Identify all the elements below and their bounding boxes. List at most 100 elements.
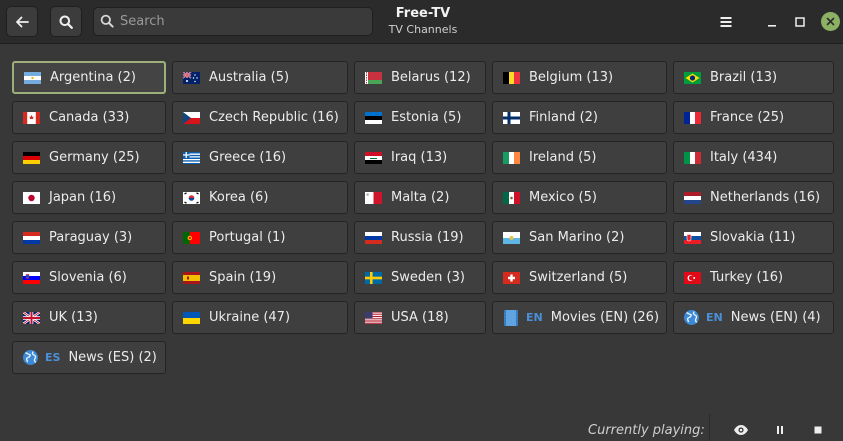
app-subtitle: TV Channels — [388, 23, 458, 36]
australia-flag-icon — [183, 71, 200, 84]
channel-item[interactable]: Estonia (5) — [354, 101, 486, 134]
france-flag-icon — [684, 111, 701, 124]
channel-label: Portugal (1) — [209, 230, 286, 245]
channel-item[interactable]: Switzerland (5) — [492, 261, 667, 294]
channel-item[interactable]: Greece (16) — [172, 141, 348, 174]
channel-label: News (ES) (2) — [68, 350, 157, 365]
search-input[interactable] — [120, 11, 365, 32]
eye-icon — [734, 425, 748, 435]
channel-item[interactable]: Belarus (12) — [354, 61, 486, 94]
channel-item[interactable]: ES News (ES) (2) — [12, 341, 166, 374]
channel-label: Turkey (16) — [710, 270, 784, 285]
window-title: Free-TV TV Channels — [372, 5, 474, 35]
search-toggle-button[interactable] — [50, 6, 82, 37]
channel-item[interactable]: Brazil (13) — [673, 61, 834, 94]
channel-item[interactable]: Czech Republic (16) — [172, 101, 348, 134]
maximize-button[interactable] — [790, 12, 810, 32]
back-button[interactable] — [6, 6, 38, 37]
germany-flag-icon — [23, 151, 40, 164]
channel-label: Slovakia (11) — [710, 230, 796, 245]
stop-button[interactable] — [810, 422, 826, 438]
minimize-button[interactable] — [762, 12, 782, 32]
switzerland-flag-icon — [503, 271, 520, 284]
san-marino-flag-icon — [503, 231, 520, 244]
channel-label: Argentina (2) — [50, 70, 136, 85]
channel-item[interactable]: Slovakia (11) — [673, 221, 834, 254]
search-box[interactable] — [93, 7, 373, 36]
channel-label: Germany (25) — [49, 150, 140, 165]
czech-flag-icon — [183, 111, 200, 124]
language-code: EN — [526, 311, 543, 324]
footer-divider — [709, 414, 710, 441]
channel-item[interactable]: Korea (6) — [172, 181, 348, 214]
channel-label: Movies (EN) (26) — [550, 310, 660, 325]
watch-button[interactable] — [733, 422, 749, 438]
channel-item[interactable]: Ukraine (47) — [172, 301, 348, 334]
channel-label: Netherlands (16) — [710, 190, 821, 205]
channel-item[interactable]: Ireland (5) — [492, 141, 667, 174]
channel-item[interactable]: Canada (33) — [12, 101, 166, 134]
channel-label: Belarus (12) — [391, 70, 471, 85]
japan-flag-icon — [23, 191, 40, 204]
channel-item[interactable]: France (25) — [673, 101, 834, 134]
stop-icon — [814, 426, 822, 434]
arrow-left-icon — [16, 16, 29, 27]
channel-label: News (EN) (4) — [730, 310, 821, 325]
channel-item[interactable]: Paraguay (3) — [12, 221, 166, 254]
channel-item[interactable]: EN News (EN) (4) — [673, 301, 834, 334]
channel-item[interactable]: San Marino (2) — [492, 221, 667, 254]
channel-label: USA (18) — [391, 310, 449, 325]
belarus-flag-icon — [365, 71, 382, 84]
language-code: EN — [706, 311, 723, 324]
spain-flag-icon — [183, 271, 200, 284]
usa-flag-icon — [365, 311, 382, 324]
turkey-flag-icon — [684, 271, 701, 284]
uk-flag-icon — [23, 311, 40, 324]
channel-item[interactable]: Malta (2) — [354, 181, 486, 214]
channel-label: Switzerland (5) — [529, 270, 628, 285]
channel-label: Italy (434) — [710, 150, 778, 165]
language-code: ES — [45, 351, 61, 364]
channel-item[interactable]: Germany (25) — [12, 141, 166, 174]
russia-flag-icon — [365, 231, 382, 244]
ukraine-flag-icon — [183, 311, 200, 324]
channel-label: Ireland (5) — [529, 150, 597, 165]
italy-flag-icon — [684, 151, 701, 164]
pause-icon — [777, 426, 783, 434]
channel-item[interactable]: Turkey (16) — [673, 261, 834, 294]
pause-button[interactable] — [772, 422, 788, 438]
search-icon — [59, 15, 73, 29]
brazil-flag-icon — [684, 71, 701, 84]
channel-item[interactable]: Finland (2) — [492, 101, 667, 134]
portugal-flag-icon — [183, 231, 200, 244]
channel-item[interactable]: Spain (19) — [172, 261, 348, 294]
netherlands-flag-icon — [684, 191, 701, 204]
channel-item[interactable]: Sweden (3) — [354, 261, 486, 294]
channel-item[interactable]: EN Movies (EN) (26) — [492, 301, 667, 334]
channel-item[interactable]: Portugal (1) — [172, 221, 348, 254]
channel-label: Estonia (5) — [391, 110, 462, 125]
channel-item[interactable]: Iraq (13) — [354, 141, 486, 174]
channel-label: Brazil (13) — [710, 70, 778, 85]
channel-label: Slovenia (6) — [49, 270, 127, 285]
channel-item[interactable]: Belgium (13) — [492, 61, 667, 94]
menu-button[interactable] — [716, 12, 736, 32]
close-button[interactable] — [821, 12, 840, 31]
channel-item[interactable]: USA (18) — [354, 301, 486, 334]
iraq-flag-icon — [365, 151, 382, 164]
channel-label: Ukraine (47) — [209, 310, 291, 325]
channel-item[interactable]: Japan (16) — [12, 181, 166, 214]
channel-item[interactable]: Netherlands (16) — [673, 181, 834, 214]
channel-item[interactable]: Russia (19) — [354, 221, 486, 254]
channel-item[interactable]: Mexico (5) — [492, 181, 667, 214]
sweden-flag-icon — [365, 271, 382, 284]
channel-label: Iraq (13) — [391, 150, 448, 165]
channel-item[interactable]: Italy (434) — [673, 141, 834, 174]
paraguay-flag-icon — [23, 231, 40, 244]
channel-item[interactable]: Argentina (2) — [12, 61, 166, 94]
channel-label: Greece (16) — [209, 150, 287, 165]
channel-item[interactable]: UK (13) — [12, 301, 166, 334]
channel-item[interactable]: Slovenia (6) — [12, 261, 166, 294]
search-icon — [100, 14, 114, 28]
channel-item[interactable]: Australia (5) — [172, 61, 348, 94]
